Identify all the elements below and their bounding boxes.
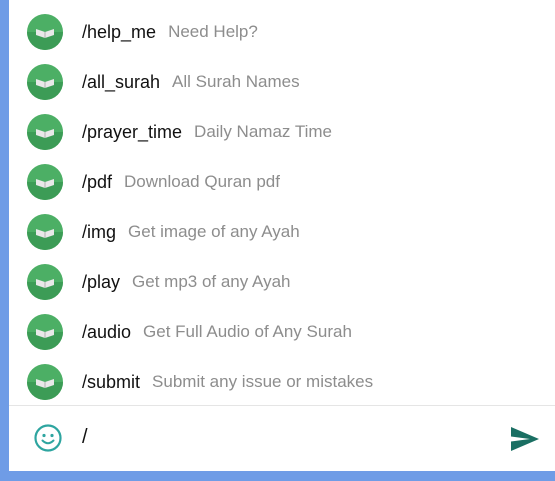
command-description: Daily Namaz Time (194, 122, 332, 141)
command-item-all-surah[interactable]: /all_surah All Surah Names (9, 57, 555, 107)
message-input-bar: / (9, 406, 555, 471)
bot-avatar-icon (27, 164, 63, 200)
command-suggestions-panel: /help_me Need Help? /all_surah All Surah… (9, 0, 555, 471)
message-input[interactable]: / (82, 426, 88, 449)
command-item-play[interactable]: /play Get mp3 of any Ayah (9, 257, 555, 307)
command-item-pdf[interactable]: /pdf Download Quran pdf (9, 157, 555, 207)
command-description: Submit any issue or mistakes (152, 372, 374, 391)
command-description: All Surah Names (172, 72, 300, 91)
command-name: /help_me (82, 21, 157, 42)
bot-avatar-icon (27, 64, 63, 100)
command-description: Get mp3 of any Ayah (132, 272, 291, 291)
command-list: /help_me Need Help? /all_surah All Surah… (9, 7, 555, 407)
command-name: /all_surah (82, 71, 161, 92)
bot-avatar-icon (27, 14, 63, 50)
command-name: /img (82, 221, 117, 242)
bot-avatar-icon (27, 264, 63, 300)
command-description: Need Help? (168, 22, 258, 41)
bot-avatar-icon (27, 314, 63, 350)
bot-avatar-icon (27, 114, 63, 150)
command-item-prayer-time[interactable]: /prayer_time Daily Namaz Time (9, 107, 555, 157)
command-description: Get Full Audio of Any Surah (143, 322, 352, 341)
command-item-submit[interactable]: /submit Submit any issue or mistakes (9, 357, 555, 407)
command-description: Get image of any Ayah (128, 222, 300, 241)
command-name: /submit (82, 371, 141, 392)
command-item-help-me[interactable]: /help_me Need Help? (9, 7, 555, 57)
bot-avatar-icon (27, 214, 63, 250)
command-name: /prayer_time (82, 121, 183, 142)
command-name: /pdf (82, 171, 113, 192)
command-description: Download Quran pdf (124, 172, 280, 191)
command-name: /audio (82, 321, 132, 342)
send-icon[interactable] (509, 425, 541, 453)
bot-avatar-icon (27, 364, 63, 400)
smiley-icon[interactable] (33, 423, 63, 453)
command-item-audio[interactable]: /audio Get Full Audio of Any Surah (9, 307, 555, 357)
command-item-img[interactable]: /img Get image of any Ayah (9, 207, 555, 257)
command-name: /play (82, 271, 121, 292)
